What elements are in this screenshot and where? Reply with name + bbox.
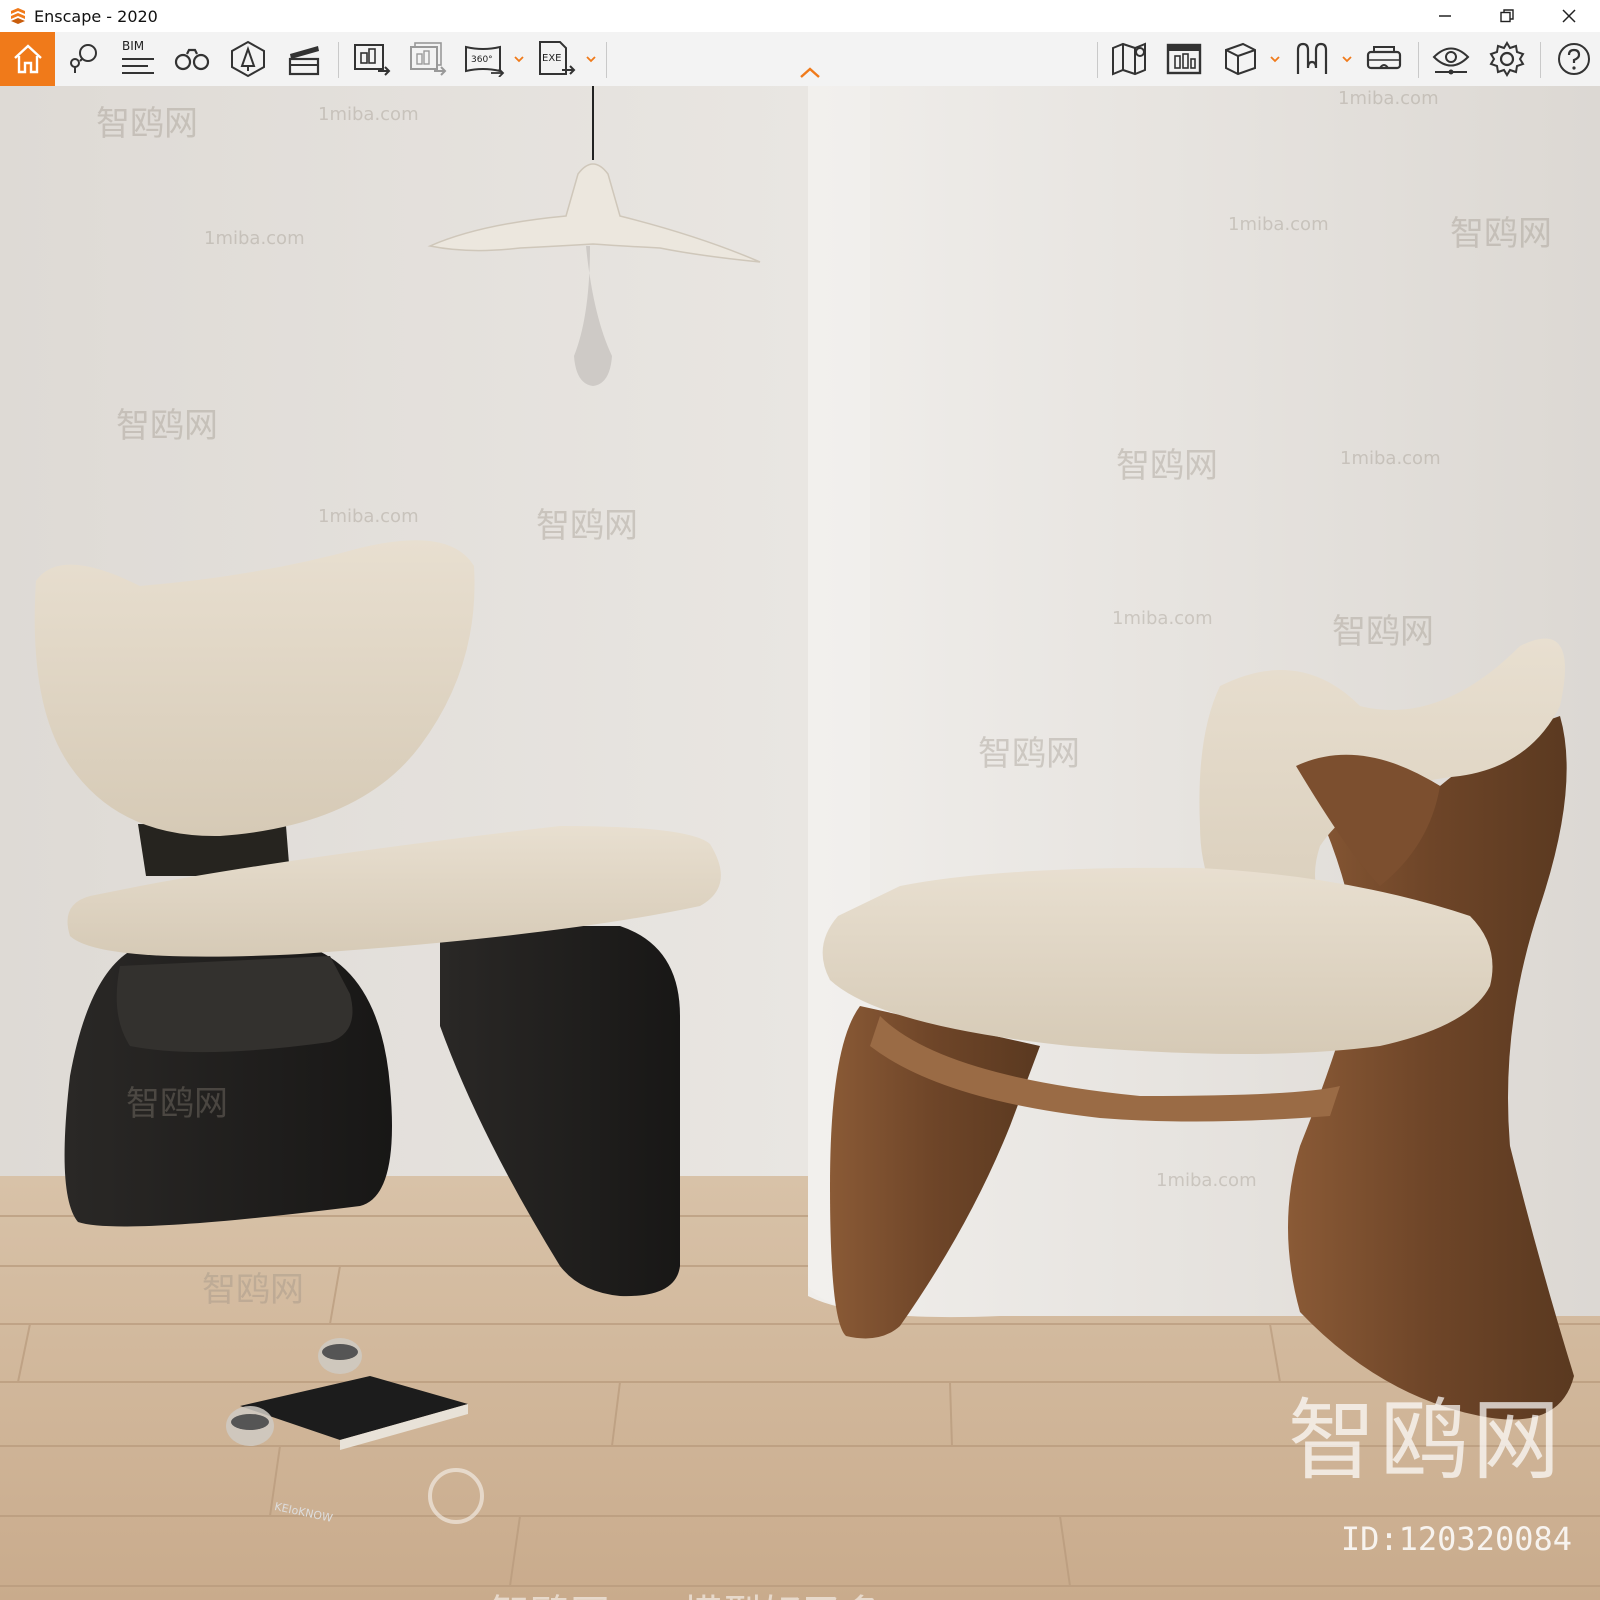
panorama-360-icon: 360°: [465, 45, 505, 77]
watermark-text: 1miba.com: [1156, 1170, 1257, 1191]
image-sheet-button[interactable]: [1162, 32, 1206, 86]
settings-gear-icon: [1489, 41, 1525, 77]
batch-render-button[interactable]: [406, 32, 450, 86]
chevron-down-icon: [586, 55, 596, 62]
svg-text:BIM: BIM: [122, 39, 144, 53]
watermark-text: 1miba.com: [204, 228, 305, 249]
map-icon: [1112, 42, 1146, 76]
watermark-slogan: 智鸥网-----模型好又多----: [490, 1582, 940, 1600]
vr-headset-button[interactable]: [1362, 32, 1406, 86]
svg-text:EXE: EXE: [542, 53, 562, 64]
chevron-down-icon: [1342, 55, 1352, 62]
help-icon: [1558, 43, 1590, 75]
binoculars-icon: [174, 48, 210, 71]
material-icon: [1296, 42, 1328, 74]
watermark-brand: 智鸥网: [96, 104, 198, 144]
title-bar: Enscape - 2020: [0, 0, 1600, 32]
collapse-toolbar-button[interactable]: [798, 66, 822, 80]
map-button[interactable]: [1107, 32, 1151, 86]
watermark-brand: 智鸥网: [1450, 214, 1552, 254]
asset-library-icon: [231, 40, 265, 78]
watermark-brand: 智鸥网: [1332, 612, 1434, 652]
watermark-text: 1miba.com: [1112, 608, 1213, 629]
watermark-brand: 智鸥网: [536, 506, 638, 546]
watermark-text: 1miba.com: [1228, 214, 1329, 235]
watermark-text: 1miba.com: [1338, 88, 1439, 109]
watermark-id: ID:120320084: [1340, 1520, 1572, 1558]
render-image-button[interactable]: [350, 32, 394, 86]
bim-button[interactable]: BIM: [116, 32, 160, 86]
asset-library-button[interactable]: [226, 32, 270, 86]
cube-dropdown[interactable]: [1268, 32, 1282, 86]
window-title: Enscape - 2020: [34, 6, 158, 26]
chevron-down-icon: [1270, 55, 1280, 62]
home-icon: [13, 44, 42, 74]
watermark-brand: 智鸥网: [978, 734, 1080, 774]
enscape-logo-icon: [8, 6, 28, 26]
watermark-text: 1miba.com: [318, 104, 419, 125]
close-button[interactable]: [1538, 0, 1600, 32]
minimize-button[interactable]: [1414, 0, 1476, 32]
material-button[interactable]: [1290, 32, 1334, 86]
batch-render-icon: [410, 42, 447, 76]
home-button[interactable]: [0, 32, 55, 86]
views-button[interactable]: [62, 32, 106, 86]
bim-icon: BIM: [122, 39, 154, 74]
chevron-up-icon: [800, 67, 820, 78]
watermark-brand: 智鸥网: [126, 1084, 228, 1124]
settings-button[interactable]: [1484, 32, 1530, 86]
image-sheet-icon: [1166, 43, 1202, 75]
material-dropdown[interactable]: [1340, 32, 1354, 86]
clapper-icon: [288, 46, 320, 76]
watermark-brand: 智鸥网: [202, 1270, 304, 1310]
panorama-360-button[interactable]: 360°: [462, 32, 506, 86]
help-button[interactable]: [1552, 32, 1596, 86]
export-exe-icon: EXE: [539, 41, 576, 75]
svg-text:360°: 360°: [471, 55, 493, 65]
watermark-text: 1miba.com: [1340, 448, 1441, 469]
chevron-down-icon: [514, 55, 524, 62]
cube-icon: [1225, 42, 1256, 76]
panorama-dropdown[interactable]: [512, 32, 526, 86]
video-editor-button[interactable]: [282, 32, 326, 86]
watermark-brand-large: 智鸥网: [1287, 1389, 1564, 1492]
watermark-text: 1miba.com: [318, 506, 419, 527]
vr-headset-icon: [1366, 46, 1402, 70]
restore-button[interactable]: [1476, 0, 1538, 32]
export-exe-button[interactable]: EXE: [534, 32, 578, 86]
visual-settings-icon: [1432, 47, 1470, 75]
views-icon: [70, 44, 97, 73]
watermark-brand: 智鸥网: [1116, 446, 1218, 486]
cube-button[interactable]: [1218, 32, 1262, 86]
export-dropdown[interactable]: [584, 32, 598, 86]
watermark-brand: 智鸥网: [116, 406, 218, 446]
render-image-icon: [354, 44, 391, 76]
binoculars-button[interactable]: [170, 32, 214, 86]
visual-settings-button[interactable]: [1428, 32, 1474, 86]
